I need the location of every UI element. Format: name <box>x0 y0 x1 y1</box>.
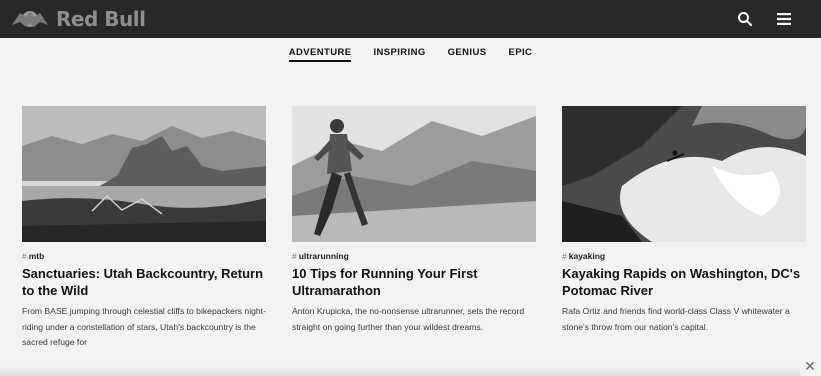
search-button[interactable] <box>735 9 755 29</box>
article-tag[interactable]: # ultrarunning <box>292 251 536 261</box>
close-icon[interactable]: ✕ <box>803 360 817 374</box>
article-title[interactable]: Kayaking Rapids on Washington, DC's Poto… <box>562 265 806 299</box>
search-icon <box>738 12 753 27</box>
hash-icon: # <box>562 251 567 261</box>
brand-name: Red Bull <box>56 7 146 31</box>
article-card-kayaking[interactable]: # kayaking Kayaking Rapids on Washington,… <box>562 106 806 352</box>
article-image-trail-runner[interactable] <box>292 106 536 242</box>
article-title[interactable]: Sanctuaries: Utah Backcountry, Return to… <box>22 265 266 299</box>
article-description: From BASE jumping through celestial clif… <box>22 306 266 347</box>
article-card-utah[interactable]: # mtb Sanctuaries: Utah Backcountry, Retu… <box>22 106 266 352</box>
tab-inspiring[interactable]: INSPIRING <box>373 40 425 62</box>
article-description: Anton Krupicka, the no-nonsense ultrarun… <box>292 306 525 332</box>
red-bull-logo-icon <box>12 11 48 27</box>
article-description: Rafa Ortiz and friends find world-class … <box>562 306 790 332</box>
hash-icon: # <box>22 251 27 261</box>
brand-logo[interactable]: Red Bull <box>10 5 146 33</box>
tab-epic[interactable]: EPIC <box>508 40 532 62</box>
tab-adventure[interactable]: ADVENTURE <box>288 40 352 62</box>
article-image-desert-canyon[interactable] <box>22 106 266 242</box>
menu-icon <box>777 13 791 25</box>
article-image-kayak-rapids[interactable] <box>562 106 806 242</box>
article-tag[interactable]: # kayaking <box>562 251 806 261</box>
article-tag[interactable]: # mtb <box>22 251 266 261</box>
top-navigation-bar: Red Bull <box>0 0 821 38</box>
tab-genius[interactable]: GENIUS <box>448 40 487 62</box>
article-title[interactable]: 10 Tips for Running Your First Ultramara… <box>292 265 536 299</box>
article-card-ultramarathon[interactable]: # ultrarunning 10 Tips for Running Your F… <box>292 106 536 352</box>
menu-button[interactable] <box>774 9 794 29</box>
bottom-banner-strip <box>0 366 800 376</box>
hash-icon: # <box>292 251 297 261</box>
category-tabs: ADVENTURE INSPIRING GENIUS EPIC <box>0 40 821 62</box>
